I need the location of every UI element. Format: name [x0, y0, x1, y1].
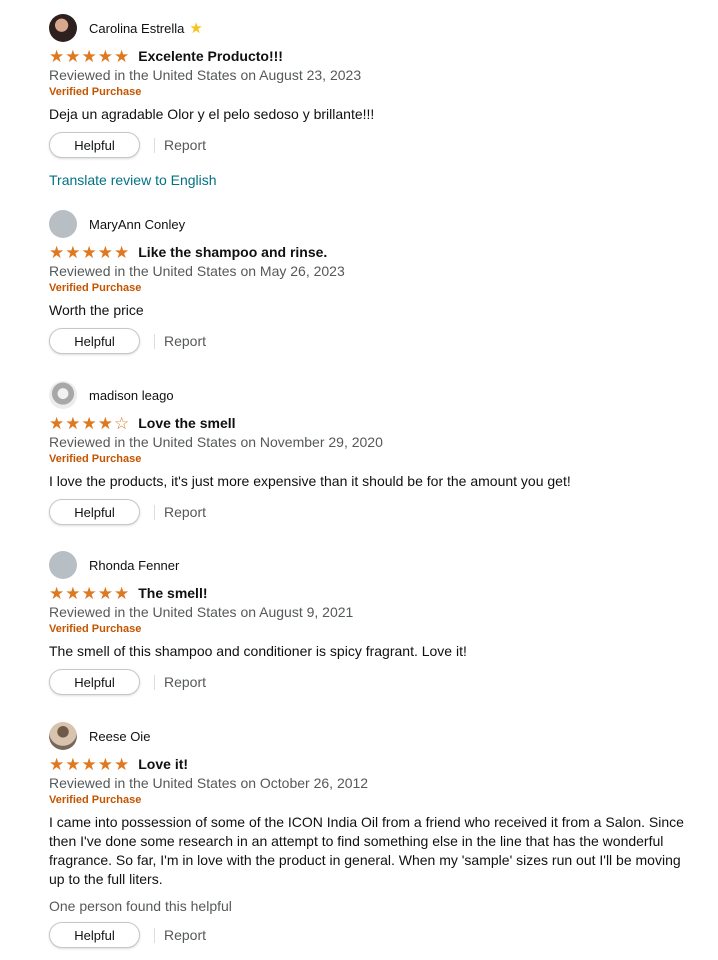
avatar[interactable] [49, 551, 77, 579]
avatar[interactable] [49, 14, 77, 42]
star-filled-icon: ★ [97, 754, 113, 774]
review-2: MaryAnn Conley ★ ★ ★ ★ ★ Like the shampoo an… [49, 209, 699, 354]
star-filled-icon: ★ [81, 413, 97, 433]
star-filled-icon: ★ [49, 46, 65, 66]
reviewer-name[interactable]: Carolina Estrella [89, 21, 184, 36]
review-body: I came into possession of some of the IC… [49, 814, 684, 887]
rating-stars[interactable]: ★ ★ ★ ★ ★ [49, 244, 129, 261]
rating-stars[interactable]: ★ ★ ★ ★ ★ [49, 48, 129, 65]
reviewer-name[interactable]: Reese Oie [89, 729, 150, 744]
report-link[interactable]: Report [164, 674, 206, 690]
reviewer-profile[interactable]: Carolina Estrella ★ [49, 13, 699, 43]
star-filled-icon: ★ [114, 46, 130, 66]
review-4: Rhonda Fenner ★ ★ ★ ★ ★ The smell! Reviewed … [49, 550, 699, 695]
review-1: Carolina Estrella ★ ★ ★ ★ ★ ★ Excelente Prod… [49, 13, 699, 188]
reviewer-name[interactable]: Rhonda Fenner [89, 558, 179, 573]
review-title[interactable]: Love it! [138, 756, 188, 772]
review-body: Worth the price [49, 302, 144, 318]
rating-stars[interactable]: ★ ★ ★ ★ ☆ [49, 415, 129, 432]
divider [154, 927, 155, 943]
helpful-count-text: One person found this helpful [49, 898, 232, 914]
star-filled-icon: ★ [65, 413, 81, 433]
verified-purchase-badge: Verified Purchase [49, 453, 142, 465]
review-body: Deja un agradable Olor y el pelo sedoso … [49, 106, 375, 122]
rating-stars[interactable]: ★ ★ ★ ★ ★ [49, 756, 129, 773]
star-filled-icon: ★ [81, 242, 97, 262]
star-filled-icon: ★ [65, 46, 81, 66]
reviewer-profile[interactable]: Rhonda Fenner [49, 550, 699, 580]
report-link[interactable]: Report [164, 137, 206, 153]
helpful-button[interactable]: Helpful [49, 669, 140, 695]
verified-purchase-badge: Verified Purchase [49, 623, 142, 635]
helpful-button[interactable]: Helpful [49, 328, 140, 354]
helpful-button[interactable]: Helpful [49, 922, 140, 948]
review-date: Reviewed in the United States on Novembe… [49, 434, 383, 450]
review-date: Reviewed in the United States on August … [49, 604, 354, 620]
divider [154, 333, 155, 349]
review-title[interactable]: Excelente Producto!!! [138, 48, 283, 64]
star-filled-icon: ★ [65, 583, 81, 603]
verified-purchase-badge: Verified Purchase [49, 282, 142, 294]
star-badge-icon: ★ [189, 19, 203, 37]
translate-review-link[interactable]: Translate review to English [49, 172, 699, 188]
star-filled-icon: ★ [65, 242, 81, 262]
review-date: Reviewed in the United States on August … [49, 67, 362, 83]
star-filled-icon: ★ [81, 583, 97, 603]
helpful-button[interactable]: Helpful [49, 499, 140, 525]
report-link[interactable]: Report [164, 927, 206, 943]
star-filled-icon: ★ [97, 583, 113, 603]
review-5: Reese Oie ★ ★ ★ ★ ★ Love it! Reviewed in the… [49, 721, 699, 948]
avatar[interactable] [49, 722, 77, 750]
reviewer-profile[interactable]: madison leago [49, 380, 699, 410]
review-date: Reviewed in the United States on May 26,… [49, 263, 345, 279]
star-filled-icon: ★ [114, 242, 130, 262]
rating-stars[interactable]: ★ ★ ★ ★ ★ [49, 585, 129, 602]
reviewer-profile[interactable]: MaryAnn Conley [49, 209, 699, 239]
star-filled-icon: ★ [97, 242, 113, 262]
verified-purchase-badge: Verified Purchase [49, 86, 142, 98]
reviewer-profile[interactable]: Reese Oie [49, 721, 699, 751]
verified-purchase-badge: Verified Purchase [49, 794, 142, 806]
reviewer-name[interactable]: madison leago [89, 388, 174, 403]
star-filled-icon: ★ [49, 754, 65, 774]
review-title[interactable]: The smell! [138, 585, 207, 601]
star-filled-icon: ★ [49, 583, 65, 603]
star-filled-icon: ★ [49, 413, 65, 433]
review-date: Reviewed in the United States on October… [49, 775, 369, 791]
star-filled-icon: ★ [114, 754, 130, 774]
report-link[interactable]: Report [164, 333, 206, 349]
reviewer-name[interactable]: MaryAnn Conley [89, 217, 185, 232]
report-link[interactable]: Report [164, 504, 206, 520]
star-filled-icon: ★ [81, 754, 97, 774]
star-empty-icon: ☆ [114, 413, 130, 433]
divider [154, 674, 155, 690]
avatar[interactable] [49, 381, 77, 409]
star-filled-icon: ★ [97, 46, 113, 66]
review-title[interactable]: Like the shampoo and rinse. [138, 244, 327, 260]
star-filled-icon: ★ [81, 46, 97, 66]
star-filled-icon: ★ [65, 754, 81, 774]
review-title[interactable]: Love the smell [138, 415, 235, 431]
star-filled-icon: ★ [114, 583, 130, 603]
divider [154, 137, 155, 153]
review-3: madison leago ★ ★ ★ ★ ☆ Love the smell Revie… [49, 380, 699, 525]
divider [154, 504, 155, 520]
review-body: The smell of this shampoo and conditione… [49, 643, 467, 659]
review-body: I love the products, it's just more expe… [49, 473, 571, 489]
star-filled-icon: ★ [49, 242, 65, 262]
star-filled-icon: ★ [97, 413, 113, 433]
helpful-button[interactable]: Helpful [49, 132, 140, 158]
avatar[interactable] [49, 210, 77, 238]
